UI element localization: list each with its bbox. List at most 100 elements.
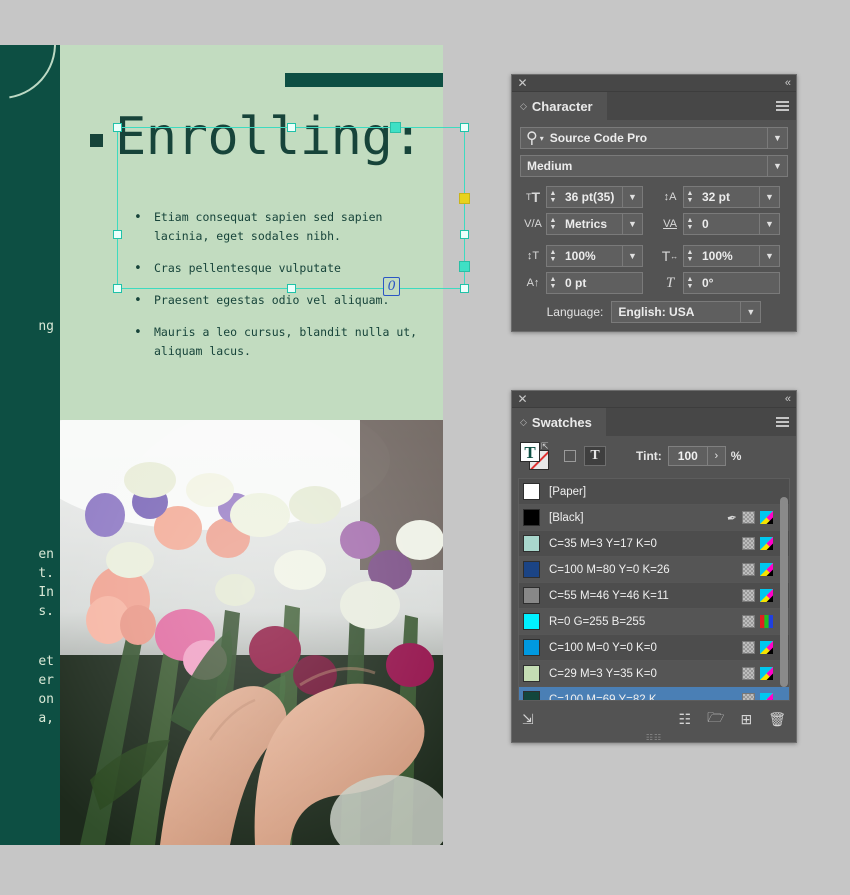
panel-menu-icon[interactable] xyxy=(776,417,789,427)
chevron-down-icon[interactable]: ▼ xyxy=(759,214,779,234)
kerning-stepper[interactable]: ▲ ▼ xyxy=(546,213,559,235)
formatting-affects-text-icon[interactable]: T xyxy=(584,446,606,466)
chevron-down-icon[interactable]: ▼ xyxy=(759,246,779,266)
kerning-control[interactable]: ▲ ▼ Metrics ▼ xyxy=(546,213,643,235)
chevron-down-icon[interactable]: ▼ xyxy=(622,187,642,207)
skew-field[interactable]: 0° xyxy=(696,272,780,294)
close-icon[interactable]: ✕ xyxy=(517,393,528,405)
leading-stepper[interactable]: ▲ ▼ xyxy=(683,186,696,208)
fill-swatch[interactable]: T xyxy=(520,442,540,462)
skew-control[interactable]: ▲ ▼ 0° xyxy=(683,272,780,294)
swatch-row[interactable]: [Paper] xyxy=(519,479,789,505)
cmyk-mode-icon xyxy=(760,537,773,550)
formatting-affects-container-icon[interactable] xyxy=(564,450,576,462)
document-canvas[interactable]: ng en t. In s. et er on a, Enrolling: Et… xyxy=(0,45,470,845)
skew-stepper[interactable]: ▲ ▼ xyxy=(683,272,696,294)
vertical-scale-control[interactable]: ▲ ▼ 100% ▼ xyxy=(546,245,643,267)
leading-control[interactable]: ▲ ▼ 32 pt ▼ xyxy=(683,186,780,208)
handle-middle-left[interactable] xyxy=(113,230,122,239)
tracking-stepper[interactable]: ▲ ▼ xyxy=(683,213,696,235)
swatch-row-icons xyxy=(742,615,785,628)
close-icon[interactable]: ✕ xyxy=(517,77,528,89)
tab-grip-icon: ◇ xyxy=(520,100,527,111)
tint-input[interactable]: 100 › xyxy=(667,446,726,466)
cmyk-mode-icon xyxy=(760,667,773,680)
panel-menu-icon[interactable] xyxy=(776,101,789,111)
delete-swatch-icon[interactable]: 🗑 xyxy=(768,711,786,728)
handle-corner-radius[interactable] xyxy=(459,193,470,204)
font-style-field[interactable]: Medium ▼ xyxy=(520,155,788,177)
font-family-field[interactable]: ⚲ ▾ Source Code Pro ▼ xyxy=(520,127,788,149)
swatch-row[interactable]: C=100 M=0 Y=0 K=0 xyxy=(519,635,789,661)
handle-top-right-active[interactable] xyxy=(390,122,401,133)
tab-swatches[interactable]: ◇ Swatches xyxy=(512,408,606,436)
fill-stroke-proxy[interactable]: T ⇱ xyxy=(520,441,550,470)
new-color-group-icon[interactable]: ☷ xyxy=(679,711,692,728)
handle-top-center[interactable] xyxy=(287,123,296,132)
handle-bottom-center[interactable] xyxy=(287,284,296,293)
chevron-down-icon[interactable]: ▼ xyxy=(759,187,779,207)
cmyk-mode-icon xyxy=(760,511,773,524)
horizontal-scale-field[interactable]: 100% ▼ xyxy=(696,245,780,267)
swatch-row[interactable]: C=29 M=3 Y=35 K=0 xyxy=(519,661,789,687)
swatch-list-scrollbar[interactable] xyxy=(780,497,788,687)
horizontal-scale-stepper[interactable]: ▲ ▼ xyxy=(683,245,696,267)
handle-lower-right[interactable] xyxy=(459,261,470,272)
swatch-row[interactable]: [Black] ✒ xyxy=(519,505,789,531)
tracking-field[interactable]: 0 ▼ xyxy=(696,213,780,235)
list-item[interactable]: Mauris a leo cursus, blandit nulla ut, a… xyxy=(134,323,434,361)
leading-field[interactable]: 32 pt ▼ xyxy=(696,186,780,208)
swap-fill-stroke-icon[interactable]: ⇱ xyxy=(541,441,549,452)
swatch-row[interactable]: R=0 G=255 B=255 xyxy=(519,609,789,635)
baseline-shift-control[interactable]: ▲ ▼ 0 pt xyxy=(546,272,643,294)
baseline-shift-field[interactable]: 0 pt xyxy=(559,272,643,294)
show-all-swatches-icon[interactable]: ⇲ xyxy=(522,711,534,728)
handle-middle-right[interactable] xyxy=(460,230,469,239)
chevron-down-icon[interactable]: ▼ xyxy=(740,302,760,322)
swatch-row[interactable]: C=35 M=3 Y=17 K=0 xyxy=(519,531,789,557)
handle-bottom-left[interactable] xyxy=(113,284,122,293)
list-item[interactable]: Etiam consequat sapien sed sapien lacini… xyxy=(134,208,434,246)
baseline-shift-stepper[interactable]: ▲ ▼ xyxy=(546,272,559,294)
vertical-scale-stepper[interactable]: ▲ ▼ xyxy=(546,245,559,267)
flower-bouquet-photo[interactable] xyxy=(60,420,443,845)
language-field[interactable]: English: USA ▼ xyxy=(611,301,762,323)
font-size-stepper[interactable]: ▲ ▼ xyxy=(546,186,559,208)
swatches-toolbar: T ⇱ T Tint: 100 › % xyxy=(512,436,796,478)
new-swatch-icon[interactable]: ⊞ xyxy=(740,711,752,728)
skew-value: 0° xyxy=(702,276,714,290)
chevron-down-icon[interactable]: ▼ xyxy=(767,156,787,176)
chevron-down-icon[interactable]: ▼ xyxy=(622,214,642,234)
headline-text[interactable]: Enrolling: xyxy=(115,107,424,167)
new-folder-icon[interactable]: 🗁 xyxy=(707,707,724,731)
handle-top-left[interactable] xyxy=(113,123,122,132)
swatches-panel-titlebar: ✕ « xyxy=(512,391,796,408)
chevron-down-icon[interactable]: ▼ xyxy=(622,246,642,266)
horizontal-scale-control[interactable]: ▲ ▼ 100% ▼ xyxy=(683,245,780,267)
kerning-field[interactable]: Metrics ▼ xyxy=(559,213,643,235)
swatch-row[interactable]: C=100 M=80 Y=0 K=26 xyxy=(519,557,789,583)
search-icon[interactable]: ⚲ ▾ xyxy=(521,128,544,148)
swatches-panel[interactable]: ✕ « ◇ Swatches T ⇱ T Tint: 100 › % [Pape… xyxy=(511,390,797,743)
collapse-icon[interactable]: « xyxy=(785,77,791,89)
character-panel[interactable]: ✕ « ◇ Character ⚲ ▾ Source Code Pro ▼ Med… xyxy=(511,74,797,332)
chevron-down-icon[interactable]: ▼ xyxy=(767,128,787,148)
panel-resize-grip[interactable]: ☷☷ xyxy=(512,733,796,742)
handle-bottom-right[interactable] xyxy=(460,284,469,293)
font-size-field[interactable]: 36 pt(35) ▼ xyxy=(559,186,643,208)
font-size-control[interactable]: ▲ ▼ 36 pt(35) ▼ xyxy=(546,186,643,208)
chevron-right-icon[interactable]: › xyxy=(706,447,725,465)
tint-label: Tint: xyxy=(636,449,662,463)
text-overflow-port[interactable]: 0 xyxy=(383,277,400,296)
tab-character[interactable]: ◇ Character xyxy=(512,92,607,120)
swatch-row[interactable]: C=55 M=46 Y=46 K=11 xyxy=(519,583,789,609)
tracking-control[interactable]: ▲ ▼ 0 ▼ xyxy=(683,213,780,235)
list-item[interactable]: Cras pellentesque vulputate xyxy=(134,259,434,278)
collapse-icon[interactable]: « xyxy=(785,393,791,405)
swatch-list[interactable]: [Paper] [Black] ✒ C=35 M=3 Y=17 K=0 C=100 M=… xyxy=(518,478,790,701)
handle-frame-top-right[interactable] xyxy=(460,123,469,132)
skew-icon: T xyxy=(665,274,675,291)
font-family-value: Source Code Pro xyxy=(549,131,648,145)
swatch-row[interactable]: C=100 M=69 Y=82 K... xyxy=(519,687,789,700)
vertical-scale-field[interactable]: 100% ▼ xyxy=(559,245,643,267)
